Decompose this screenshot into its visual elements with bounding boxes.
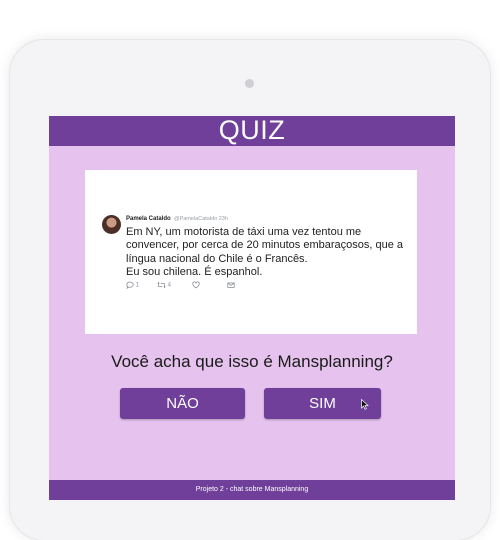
retweet-count: 4 bbox=[167, 282, 172, 289]
tweet-text-line: Em NY, um motorista de táxi uma vez tent… bbox=[126, 226, 362, 238]
reply-count: 1 bbox=[135, 282, 140, 289]
tweet-text-line: língua nacional do Chile é o Francês. bbox=[126, 252, 308, 265]
reply-action: 1 bbox=[126, 281, 140, 290]
tweet-text-line: convencer, por cerca de 20 minutos embar… bbox=[126, 239, 403, 252]
quiz-question: Você acha que isso é Mansplanning? bbox=[111, 352, 393, 371]
quiz-header: QUIZ bbox=[49, 116, 455, 146]
no-button[interactable]: NÃO bbox=[120, 388, 245, 419]
front-camera bbox=[245, 79, 254, 88]
avatar bbox=[102, 215, 121, 234]
footer-text: Projeto 2 - chat sobre Mansplanning bbox=[195, 486, 309, 493]
message-action bbox=[227, 281, 235, 289]
tweet-text-line: Eu sou chilena. É espanhol. bbox=[126, 266, 263, 279]
mouse-cursor-icon bbox=[361, 399, 369, 410]
tweet-text: Em NY, um motorista de táxi uma vez tent… bbox=[126, 226, 411, 280]
message-icon bbox=[227, 282, 235, 288]
tweet-author-meta: @PamelaCataldo 23h bbox=[174, 216, 228, 222]
like-action bbox=[192, 281, 200, 289]
retweet-action: 4 bbox=[157, 281, 171, 289]
tweet-card: Pamela Cataldo @PamelaCataldo 23h Em NY,… bbox=[85, 170, 417, 334]
retweet-icon bbox=[157, 281, 166, 289]
page-title: QUIZ bbox=[218, 116, 286, 145]
app-screen: QUIZ Pamela Cataldo @PamelaCataldo 23h E… bbox=[49, 116, 455, 500]
reply-icon bbox=[126, 281, 134, 290]
tweet-author-name: Pamela Cataldo bbox=[126, 216, 171, 222]
footer: Projeto 2 - chat sobre Mansplanning bbox=[49, 480, 455, 500]
like-icon bbox=[192, 281, 200, 289]
